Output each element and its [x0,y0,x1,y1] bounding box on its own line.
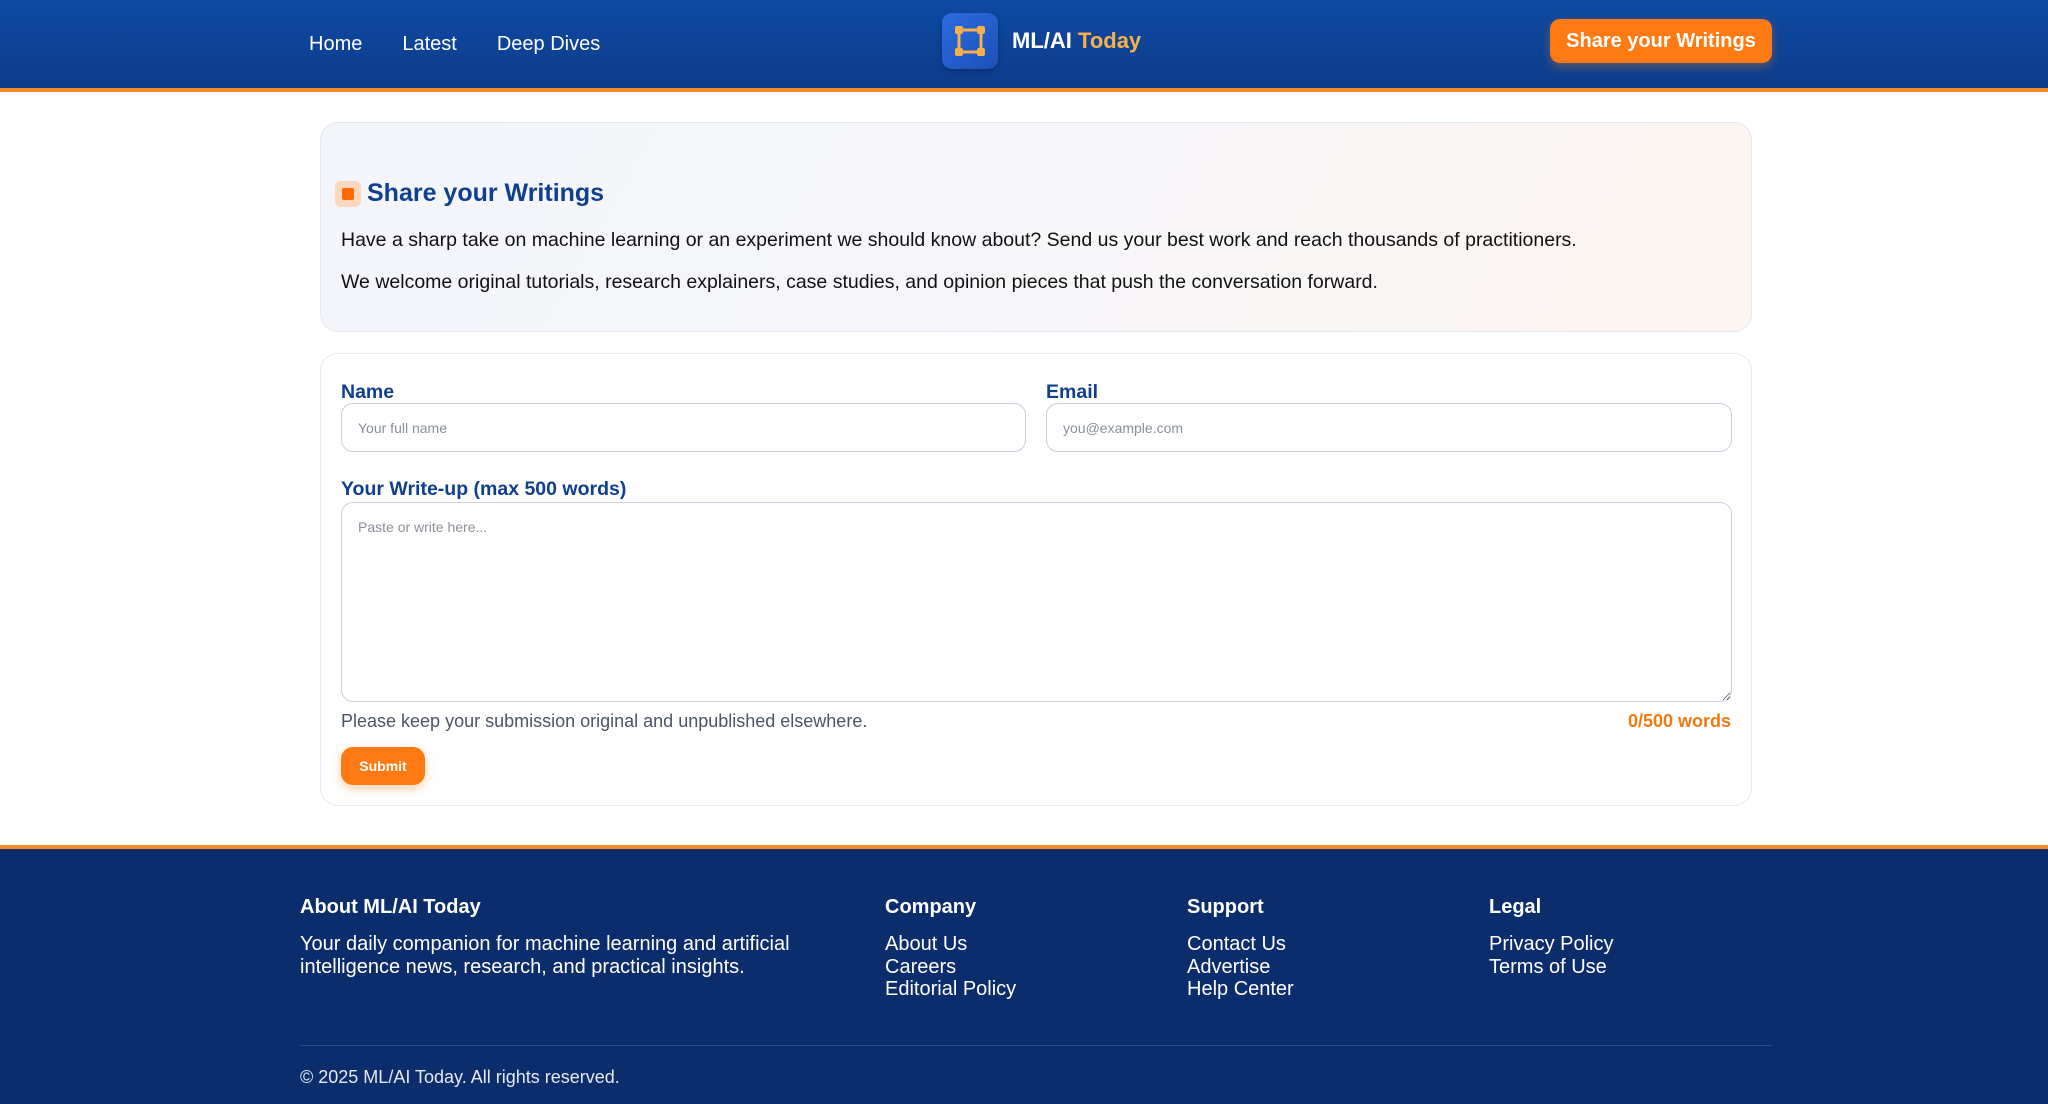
footer-link-terms-of-use[interactable]: Terms of Use [1489,956,1613,979]
submit-button[interactable]: Submit [341,747,425,785]
footer-links: Privacy Policy Terms of Use [1489,933,1613,978]
footer-col-company: Company About Us Careers Editorial Polic… [885,896,1016,1001]
footer-about-text: Your daily companion for machine learnin… [300,933,790,978]
main-nav: Home Latest Deep Dives [309,0,600,88]
site-footer: About ML/AI Today Your daily companion f… [0,845,2048,1104]
intro-card: Share your Writings Have a sharp take on… [320,122,1752,332]
nav-link-latest[interactable]: Latest [402,33,456,56]
footer-col-title: Support [1187,896,1264,918]
site-header: Home Latest Deep Dives ML/AI Today Share… [0,0,2048,92]
email-label: Email [1046,381,1099,403]
footer-col-title: Company [885,896,977,918]
name-input[interactable] [341,403,1026,452]
footer-link-about-us[interactable]: About Us [885,933,1016,956]
footer-divider [300,1045,1772,1046]
footer-col-support: Support Contact Us Advertise Help Center [1187,896,1294,1001]
writeup-label: Your Write-up (max 500 words) [341,478,627,500]
nav-link-deep-dives[interactable]: Deep Dives [497,33,600,56]
footer-copyright: © 2025 ML/AI Today. All rights reserved. [300,1067,620,1087]
name-label: Name [341,381,395,403]
brand-name: ML/AI Today [1012,28,1141,54]
footer-about-title: About ML/AI Today [300,896,481,918]
page-title: Share your Writings [367,179,605,207]
word-counter: 0/500 words [1627,711,1731,731]
footer-link-contact-us[interactable]: Contact Us [1187,933,1294,956]
footer-links: About Us Careers Editorial Policy [885,933,1016,1001]
submission-hint: Please keep your submission original and… [341,711,868,731]
vector-square-icon [942,13,998,69]
footer-link-advertise[interactable]: Advertise [1187,956,1294,979]
intro-title-row: Share your Writings [335,179,604,208]
footer-link-privacy-policy[interactable]: Privacy Policy [1489,933,1613,956]
square-bullet-icon [335,180,361,207]
footer-link-help-center[interactable]: Help Center [1187,978,1294,1001]
brand[interactable]: ML/AI Today [942,13,1141,69]
footer-col-legal: Legal Privacy Policy Terms of Use [1489,896,1613,978]
writeup-textarea[interactable] [341,502,1732,702]
submission-form: Name Email Your Write-up (max 500 words)… [320,353,1752,806]
intro-paragraph-1: Have a sharp take on machine learning or… [341,229,1577,251]
email-input[interactable] [1046,403,1732,452]
footer-link-careers[interactable]: Careers [885,956,1016,979]
footer-col-title: Legal [1489,896,1542,918]
nav-link-home[interactable]: Home [309,33,362,56]
footer-about: About ML/AI Today Your daily companion f… [300,896,840,979]
intro-paragraph-2: We welcome original tutorials, research … [341,271,1378,293]
brand-name-accent: Today [1078,28,1142,53]
footer-link-editorial-policy[interactable]: Editorial Policy [885,978,1016,1001]
footer-links: Contact Us Advertise Help Center [1187,933,1294,1001]
brand-name-main: ML/AI [1012,28,1072,53]
share-writings-button[interactable]: Share your Writings [1550,19,1772,63]
